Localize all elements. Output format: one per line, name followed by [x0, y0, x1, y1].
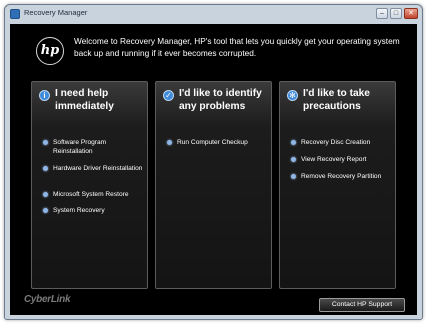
option-label: System Recovery	[53, 207, 105, 214]
minimize-button[interactable]: –	[376, 8, 388, 19]
close-button[interactable]: ✕	[404, 8, 418, 19]
option-label: View Recovery Report	[301, 156, 367, 163]
panel-header: ✓ I'd like to identify any problems	[156, 82, 271, 126]
panel-identify-problems: ✓ I'd like to identify any problems Run …	[155, 81, 272, 289]
cyberlink-logo: CyberLink	[24, 294, 71, 305]
bullet-icon	[43, 192, 48, 197]
panel-title: I need help immediately	[55, 88, 114, 112]
panel-header: i I need help immediately	[32, 82, 147, 126]
option-label: Hardware Driver Reinstallation	[53, 165, 143, 172]
panel-title: I'd like to take precautions	[303, 88, 370, 112]
recovery-manager-window: Recovery Manager – □ ✕ hp Welcome to Rec…	[4, 4, 423, 320]
maximize-button[interactable]: □	[390, 8, 402, 19]
app-icon	[10, 9, 20, 19]
bullet-icon	[291, 174, 296, 179]
option-label: Recovery Disc Creation	[301, 139, 371, 146]
bullet-icon	[43, 140, 48, 145]
bullet-icon	[43, 166, 48, 171]
option-label: Run Computer Checkup	[177, 139, 248, 146]
window-controls: – □ ✕	[376, 8, 418, 20]
welcome-text: Welcome to Recovery Manager, HP's tool t…	[74, 36, 400, 58]
panel-title: I'd like to identify any problems	[179, 88, 262, 112]
window-title: Recovery Manager	[24, 8, 88, 17]
bullet-icon	[43, 208, 48, 213]
gear-icon: ✻	[287, 90, 298, 101]
bullet-icon	[167, 140, 172, 145]
main-content: hp Welcome to Recovery Manager, HP's too…	[10, 24, 417, 315]
contact-hp-support-button[interactable]: Contact HP Support	[319, 298, 405, 312]
panel-help-immediately: i I need help immediately Software Progr…	[31, 81, 148, 289]
option-label: Software Program Reinstallation	[53, 139, 107, 155]
bullet-icon	[291, 157, 296, 162]
title-bar[interactable]: Recovery Manager – □ ✕	[5, 5, 422, 23]
bullet-icon	[291, 140, 296, 145]
panel-take-precautions: ✻ I'd like to take precautions Recovery …	[279, 81, 396, 289]
hp-logo: hp	[36, 37, 64, 65]
option-label: Remove Recovery Partition	[301, 173, 382, 180]
option-label: Microsoft System Restore	[53, 191, 129, 198]
checkmark-icon: ✓	[163, 90, 174, 101]
panel-header: ✻ I'd like to take precautions	[280, 82, 395, 126]
info-icon: i	[39, 90, 50, 101]
